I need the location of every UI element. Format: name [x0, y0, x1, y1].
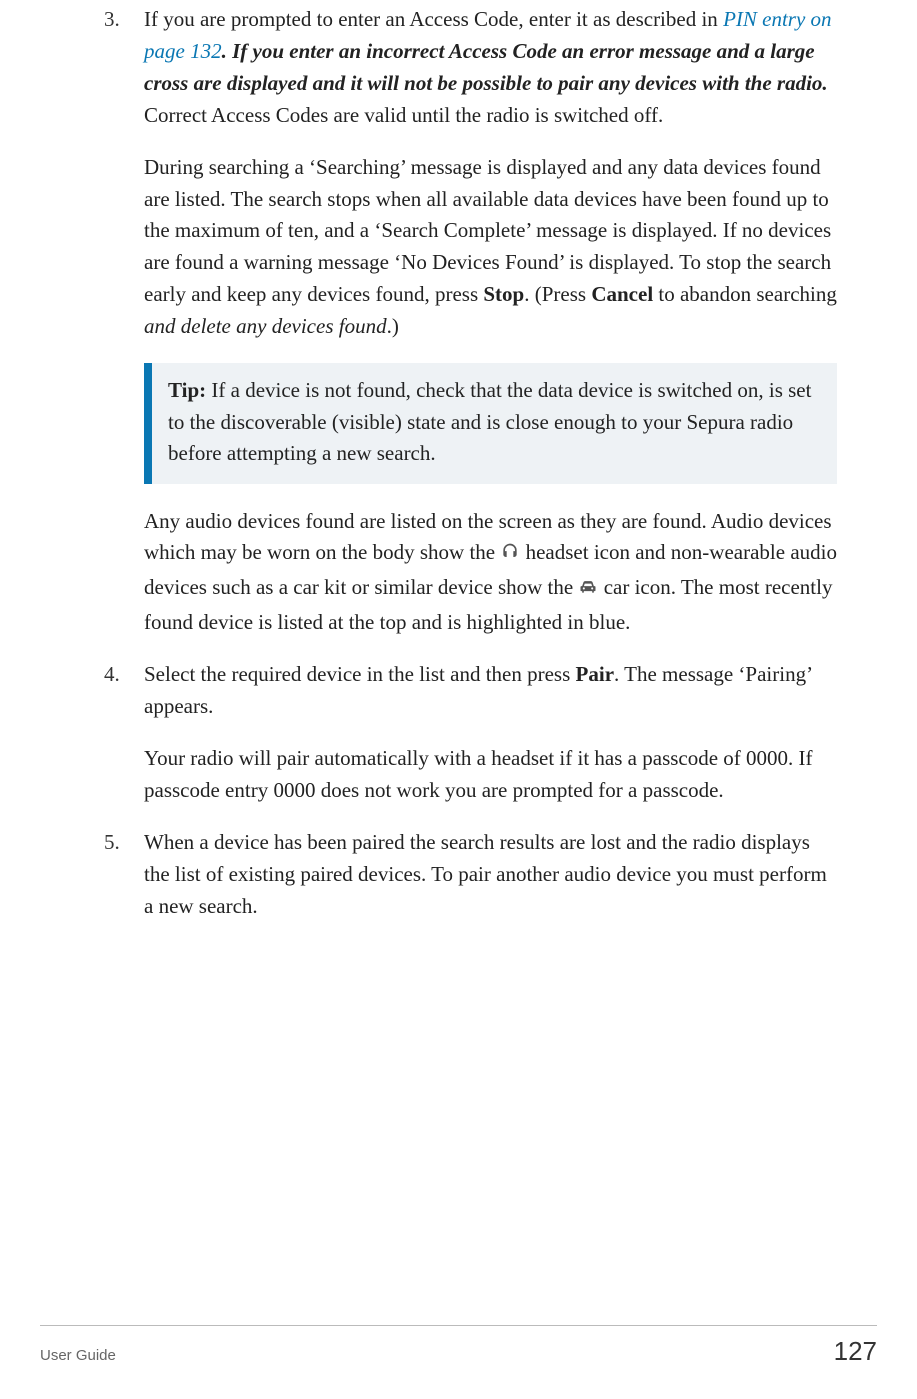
tip-body: If a device is not found, check that the…	[168, 378, 811, 465]
page: 3. If you are prompted to enter an Acces…	[0, 0, 917, 1399]
car-icon	[578, 575, 598, 607]
step-4: 4. Select the required device in the lis…	[100, 659, 837, 807]
tip-label: Tip:	[168, 378, 206, 402]
step-4-para-2: Your radio will pair automatically with …	[144, 743, 837, 807]
pair-label: Pair	[576, 662, 614, 686]
step-number: 3.	[104, 4, 120, 36]
footer-page-number: 127	[834, 1336, 877, 1367]
step-5: 5. When a device has been paired the sea…	[100, 827, 837, 923]
step-3: 3. If you are prompted to enter an Acces…	[100, 4, 837, 639]
text: .)	[387, 314, 399, 338]
step-3-para-3: Any audio devices found are listed on th…	[144, 506, 837, 640]
link-text: PIN entry	[723, 7, 805, 31]
stop-label: Stop	[483, 282, 524, 306]
footer-doc-title: User Guide	[40, 1347, 116, 1364]
step-5-para-1: When a device has been paired the search…	[144, 827, 837, 923]
text: If you are prompted to enter an Access C…	[144, 7, 723, 31]
step-number: 5.	[104, 827, 120, 859]
italic-text: and delete any devices found	[144, 314, 387, 338]
step-3-para-1: If you are prompted to enter an Access C…	[144, 4, 837, 132]
body-content: 3. If you are prompted to enter an Acces…	[80, 0, 837, 923]
step-number: 4.	[104, 659, 120, 691]
text: Correct Access Codes are valid until the…	[144, 103, 663, 127]
headset-icon	[500, 540, 520, 572]
tip-box: Tip: If a device is not found, check tha…	[144, 363, 837, 484]
text: to abandon searching	[653, 282, 837, 306]
bold-italic-text: . If you enter an incorrect Access Code …	[144, 39, 828, 95]
cancel-label: Cancel	[591, 282, 653, 306]
text: . (Press	[524, 282, 591, 306]
step-4-para-1: Select the required device in the list a…	[144, 659, 837, 723]
step-3-para-2: During searching a ‘Searching’ message i…	[144, 152, 837, 343]
ordered-steps: 3. If you are prompted to enter an Acces…	[100, 4, 837, 923]
page-footer: User Guide 127	[40, 1325, 877, 1367]
text: Select the required device in the list a…	[144, 662, 576, 686]
